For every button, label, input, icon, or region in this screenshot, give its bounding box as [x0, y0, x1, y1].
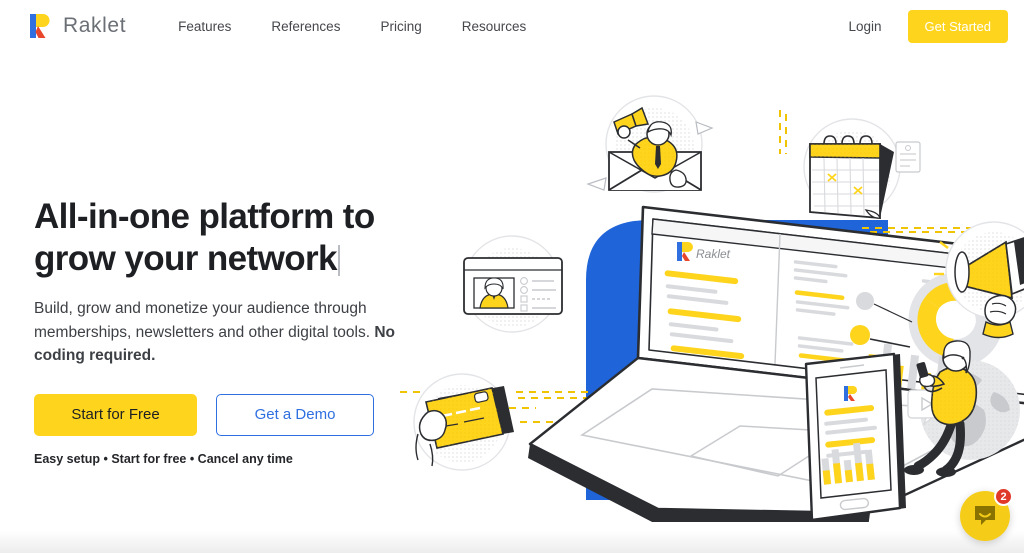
hero-cta-row: Start for Free Get a Demo — [34, 393, 434, 436]
svg-text:Raklet: Raklet — [696, 247, 731, 261]
tablet-device — [804, 352, 906, 522]
page-root: Raklet Features References Pricing Resou… — [0, 0, 1024, 553]
site-header: Raklet Features References Pricing Resou… — [0, 0, 1024, 52]
brand-logo-link[interactable]: Raklet — [28, 12, 126, 40]
main-nav: Features References Pricing Resources — [178, 19, 526, 34]
hero-subheading-text: Build, grow and monetize your audience t… — [34, 300, 375, 341]
header-actions: Login Get Started — [848, 0, 1008, 52]
typing-caret — [337, 245, 340, 276]
chat-widget[interactable]: 2 — [960, 487, 1013, 541]
envelope-megaphone-icon — [586, 95, 714, 193]
nav-item-references[interactable]: References — [271, 19, 340, 34]
nav-item-features[interactable]: Features — [178, 19, 231, 34]
headline-line-1: All-in-one platform to — [34, 197, 375, 236]
hero-fineprint: Easy setup • Start for free • Cancel any… — [34, 451, 293, 466]
headline-line-2: grow your network — [34, 239, 337, 278]
brand-name: Raklet — [63, 14, 127, 37]
chat-unread-badge: 2 — [994, 487, 1013, 506]
calendar-icon — [803, 118, 921, 219]
page-bottom-band — [0, 531, 1024, 553]
get-started-button[interactable]: Get Started — [907, 9, 1008, 43]
hero-subheading: Build, grow and monetize your audience t… — [34, 297, 404, 368]
hero-illustration: Raklet — [400, 92, 1024, 522]
page-title: All-in-one platform to grow your network — [34, 196, 434, 280]
nav-item-pricing[interactable]: Pricing — [380, 19, 421, 34]
get-a-demo-button[interactable]: Get a Demo — [216, 393, 374, 436]
member-card-icon — [463, 235, 563, 333]
login-link[interactable]: Login — [848, 19, 881, 34]
chat-bubble-glyph — [975, 506, 995, 525]
nav-item-resources[interactable]: Resources — [462, 19, 527, 34]
raklet-logo-icon — [30, 14, 50, 38]
hero-illustration-svg: Raklet — [400, 95, 1024, 522]
start-for-free-button[interactable]: Start for Free — [34, 393, 197, 436]
hero-copy: All-in-one platform to grow your network… — [34, 196, 434, 466]
